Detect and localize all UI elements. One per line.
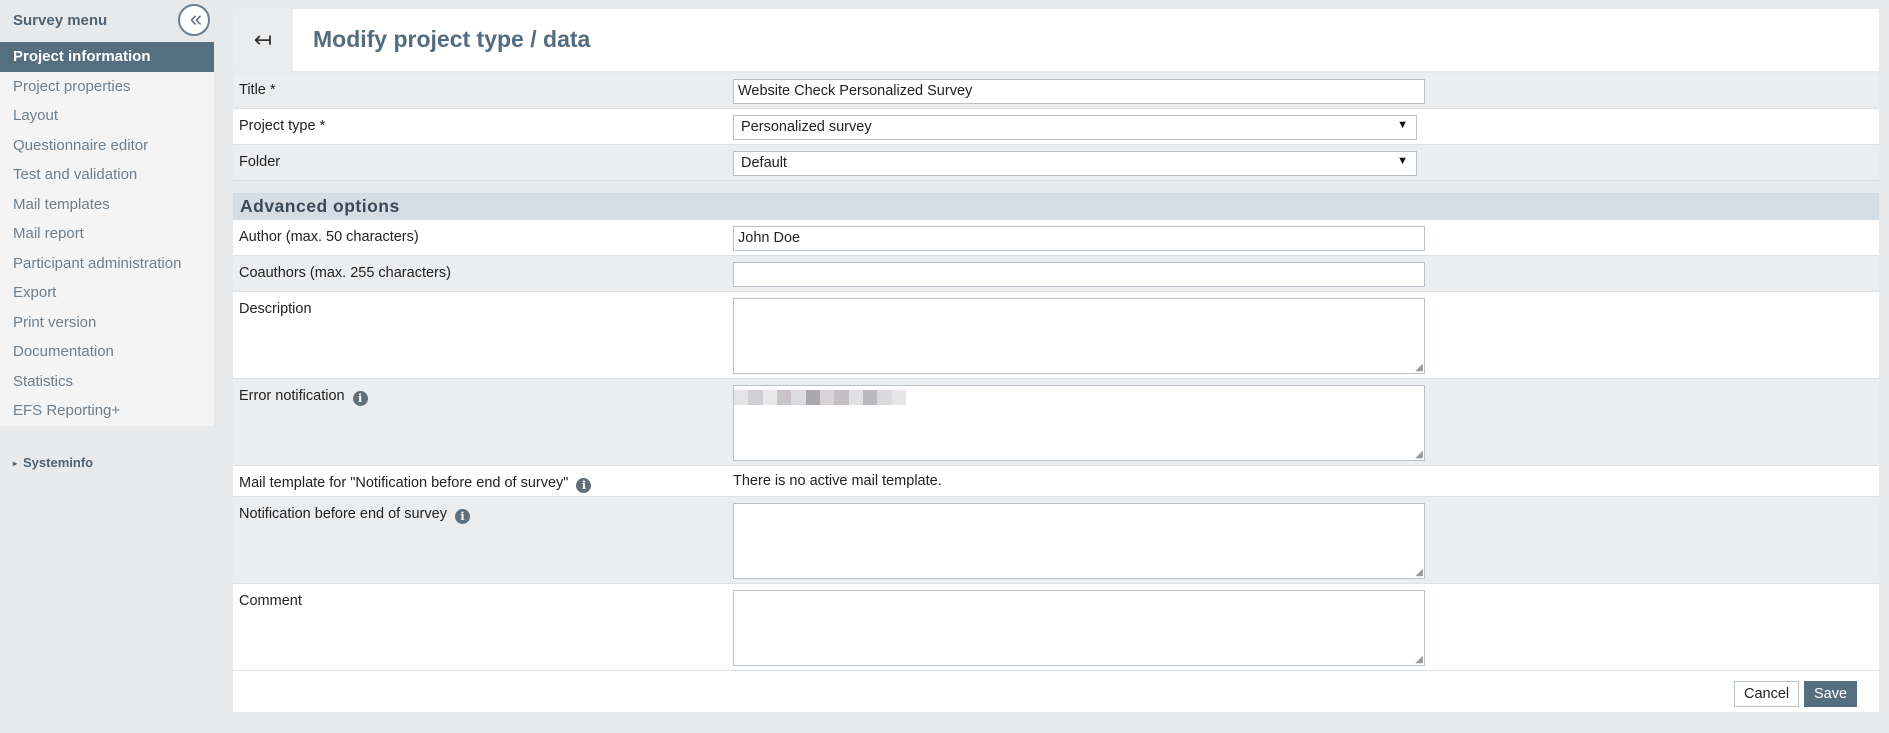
caret-right-icon: ▸ (13, 459, 18, 468)
resize-grip-icon[interactable]: ◢ (1415, 568, 1423, 578)
redacted-email-text (734, 390, 906, 405)
sidebar-item-layout[interactable]: Layout (0, 101, 214, 131)
comment-label: Comment (239, 593, 302, 609)
coauthors-label: Coauthors (max. 255 characters) (239, 265, 451, 281)
title-label: Title * (239, 82, 276, 98)
error-notification-label: Error notification (239, 388, 345, 404)
project-type-label: Project type * (239, 118, 326, 134)
survey-sidebar: Survey menu « Project information Projec… (0, 0, 214, 733)
save-button[interactable]: Save (1804, 681, 1858, 707)
author-label: Author (max. 50 characters) (239, 229, 419, 245)
sidebar-item-documentation[interactable]: Documentation (0, 337, 214, 367)
description-textarea[interactable]: ◢ (733, 298, 1425, 374)
main-panel: ↤ Modify project type / data Title * Web… (233, 9, 1879, 712)
back-button[interactable]: ↤ (233, 9, 293, 71)
caret-down-icon: ▼ (1397, 119, 1408, 131)
collapse-sidebar-button[interactable]: « (178, 4, 210, 36)
sidebar-menu: Project information Project properties L… (0, 42, 214, 426)
folder-row: Folder Default ▼ (233, 145, 1879, 181)
back-arrow-icon: ↤ (253, 27, 273, 52)
notification-end-textarea[interactable]: ◢ (733, 503, 1425, 579)
folder-label: Folder (239, 154, 281, 170)
cancel-button[interactable]: Cancel (1734, 681, 1800, 707)
systeminfo-label: Systeminfo (23, 455, 94, 470)
caret-down-icon: ▼ (1397, 155, 1408, 167)
notification-end-label: Notification before end of survey (239, 506, 447, 522)
sidebar-item-statistics[interactable]: Statistics (0, 367, 214, 397)
resize-grip-icon[interactable]: ◢ (1415, 363, 1423, 373)
sidebar-item-export[interactable]: Export (0, 278, 214, 308)
folder-select[interactable]: Default ▼ (733, 151, 1417, 176)
coauthors-row: Coauthors (max. 255 characters) (233, 256, 1879, 292)
project-type-row: Project type * Personalized survey ▼ (233, 109, 1879, 145)
sidebar-item-project-properties[interactable]: Project properties (0, 72, 214, 102)
systeminfo-toggle[interactable]: ▸ Systeminfo (13, 455, 93, 470)
sidebar-item-questionnaire-editor[interactable]: Questionnaire editor (0, 131, 214, 161)
resize-grip-icon[interactable]: ◢ (1415, 655, 1423, 665)
info-icon[interactable]: i (352, 391, 368, 406)
sidebar-header: Survey menu « (0, 0, 214, 42)
sidebar-item-efs-reporting[interactable]: EFS Reporting+ (0, 396, 214, 426)
mail-template-value: There is no active mail template. (733, 473, 942, 489)
coauthors-input[interactable] (733, 262, 1425, 287)
mail-template-label: Mail template for "Notification before e… (239, 475, 569, 491)
author-input[interactable]: John Doe (733, 226, 1425, 251)
sidebar-item-mail-report[interactable]: Mail report (0, 219, 214, 249)
advanced-options-heading: Advanced options (233, 193, 1879, 220)
comment-textarea[interactable]: ◢ (733, 590, 1425, 666)
project-type-select[interactable]: Personalized survey ▼ (733, 115, 1417, 140)
sidebar-item-participant-administration[interactable]: Participant administration (0, 249, 214, 279)
info-icon[interactable]: i (454, 509, 470, 524)
error-notification-row: Error notification i ◢ (233, 379, 1879, 466)
mail-template-label-wrap: Mail template for "Notification before e… (233, 466, 733, 496)
sidebar-item-print-version[interactable]: Print version (0, 308, 214, 338)
description-row: Description ◢ (233, 292, 1879, 379)
sidebar-item-project-information[interactable]: Project information (0, 42, 214, 72)
page-title: Modify project type / data (313, 26, 591, 52)
double-chevron-left-icon: « (189, 5, 202, 31)
form-footer: Cancel Save (233, 671, 1879, 712)
sidebar-item-mail-templates[interactable]: Mail templates (0, 190, 214, 220)
description-label: Description (239, 301, 312, 317)
title-input[interactable]: Website Check Personalized Survey (733, 79, 1425, 104)
folder-value: Default (741, 155, 787, 171)
title-row: Title * Website Check Personalized Surve… (233, 73, 1879, 109)
project-type-value: Personalized survey (741, 119, 872, 135)
author-row: Author (max. 50 characters) John Doe (233, 220, 1879, 256)
page-header: ↤ Modify project type / data (233, 9, 1879, 71)
sidebar-item-test-and-validation[interactable]: Test and validation (0, 160, 214, 190)
notification-end-label-wrap: Notification before end of survey i (233, 497, 733, 583)
error-notification-textarea[interactable]: ◢ (733, 385, 1425, 461)
error-notification-label-wrap: Error notification i (233, 379, 733, 465)
mail-template-row: Mail template for "Notification before e… (233, 466, 1879, 497)
comment-row: Comment ◢ (233, 584, 1879, 671)
sidebar-title: Survey menu (13, 12, 108, 29)
notification-end-row: Notification before end of survey i ◢ (233, 497, 1879, 584)
resize-grip-icon[interactable]: ◢ (1415, 450, 1423, 460)
info-icon[interactable]: i (576, 478, 592, 493)
